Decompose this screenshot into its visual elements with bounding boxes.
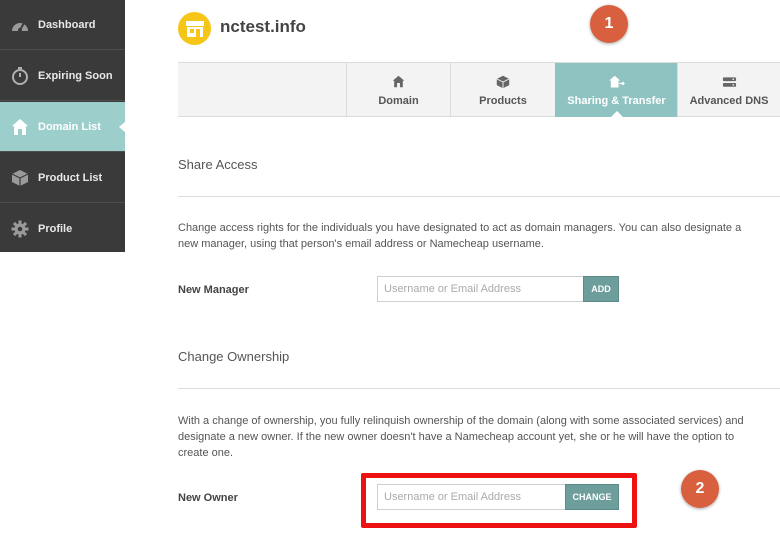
sidebar-item-domain-list[interactable]: Domain List <box>0 102 126 152</box>
tab-domain[interactable]: Domain <box>346 63 450 117</box>
sidebar-item-expiring-soon[interactable]: Expiring Soon <box>0 51 125 101</box>
tab-label: Domain <box>378 94 419 107</box>
stopwatch-icon <box>10 66 30 86</box>
tab-label: Products <box>479 94 527 107</box>
sidebar-item-label: Profile <box>38 223 73 235</box>
home-icon <box>10 117 30 137</box>
share-access-description: Change access rights for the individuals… <box>178 222 742 250</box>
storefront-icon <box>178 12 211 45</box>
highlight-box <box>361 473 637 528</box>
change-ownership-description: With a change of ownership, you fully re… <box>178 415 744 459</box>
tab-products[interactable]: Products <box>450 63 555 117</box>
server-icon <box>722 74 737 90</box>
box-icon <box>10 168 30 188</box>
sidebar-item-label: Expiring Soon <box>38 69 113 82</box>
tab-sharing-transfer[interactable]: Sharing & Transfer <box>555 63 677 118</box>
share-access-heading: Share Access <box>178 157 258 172</box>
add-manager-button[interactable]: ADD <box>583 276 619 302</box>
sidebar-item-label: Product List <box>38 171 103 184</box>
change-ownership-heading: Change Ownership <box>178 349 290 364</box>
gauge-icon <box>10 15 30 35</box>
sidebar-item-product-list[interactable]: Product List <box>0 153 125 203</box>
callout-badge-1: 1 <box>590 5 628 43</box>
home-icon <box>392 74 405 90</box>
sidebar-item-label: Domain List <box>38 120 101 133</box>
page-title: nctest.info <box>220 17 306 36</box>
new-owner-label: New Owner <box>178 492 238 504</box>
tab-advanced-dns[interactable]: Advanced DNS <box>677 63 780 117</box>
share-home-icon <box>608 74 626 90</box>
callout-badge-2: 2 <box>681 470 719 508</box>
tab-label: Advanced DNS <box>689 94 769 107</box>
tab-label: Sharing & Transfer <box>567 94 666 107</box>
sidebar-item-profile[interactable]: Profile <box>0 204 125 254</box>
tab-bar: Domain Products Sharing & Transfer Advan… <box>178 62 780 118</box>
box-icon <box>496 74 510 90</box>
gear-icon <box>10 219 30 239</box>
new-manager-label: New Manager <box>178 284 249 296</box>
divider <box>178 388 780 389</box>
new-manager-input[interactable] <box>377 276 584 302</box>
sidebar-item-label: Dashboard <box>38 18 96 31</box>
sidebar-item-dashboard[interactable]: Dashboard <box>0 0 125 50</box>
sidebar: Dashboard Expiring Soon Domain List Prod… <box>0 0 126 254</box>
divider <box>178 196 780 197</box>
